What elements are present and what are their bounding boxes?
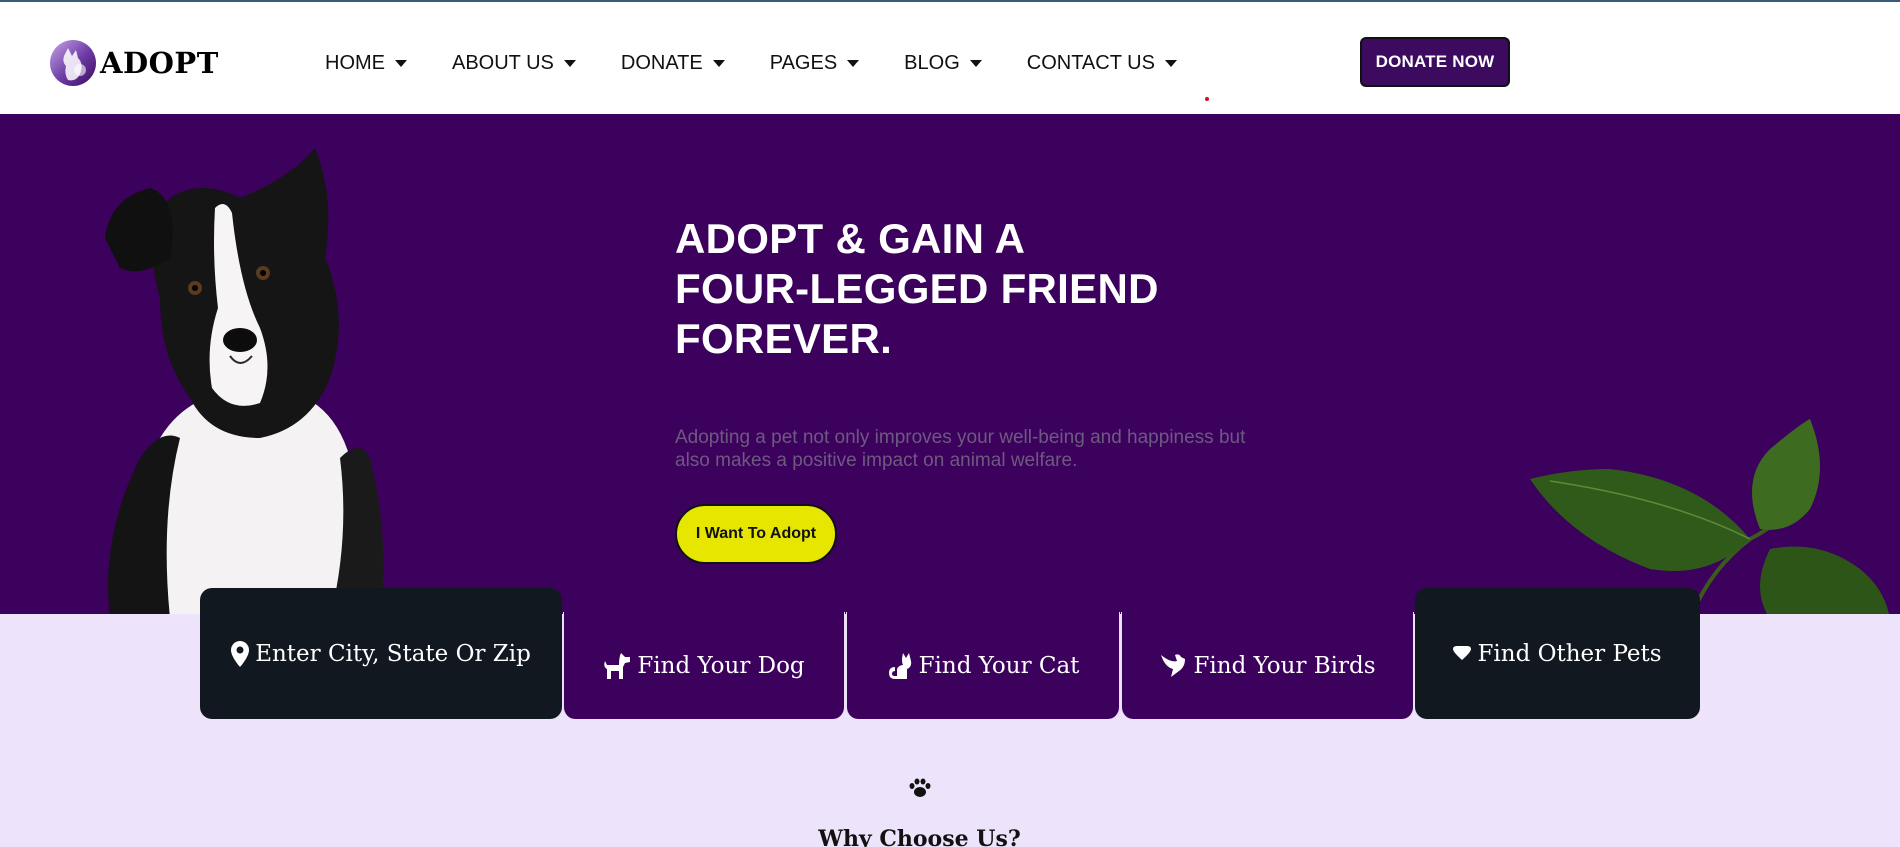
cat-icon (887, 652, 913, 679)
location-search-field[interactable]: Enter City, State Or Zip (200, 588, 562, 719)
hero-title: ADOPT & GAIN A FOUR-LEGGED FRIEND FOREVE… (675, 214, 1295, 364)
caret-down-icon (1164, 60, 1177, 67)
nav-label: CONTACT US (1026, 52, 1155, 74)
find-other-pets-button[interactable]: Find Other Pets (1415, 588, 1700, 719)
hero-title-line: FOREVER. (675, 315, 893, 362)
active-indicator-dot (1205, 97, 1209, 101)
nav-label: PAGES (769, 52, 838, 74)
hero-subtitle: Adopting a pet not only improves your we… (675, 427, 1246, 471)
nav-label: DONATE (620, 52, 703, 74)
leaves-decoration (1530, 419, 1889, 614)
nav-home[interactable]: HOME (325, 52, 407, 75)
logo-text: ADOPT (100, 46, 219, 80)
caret-down-icon (847, 60, 860, 67)
find-dog-button[interactable]: Find Your Dog (563, 612, 845, 719)
bird-icon (1159, 653, 1187, 679)
nav-blog[interactable]: BLOG (904, 52, 982, 75)
caret-down-icon (563, 60, 576, 67)
nav-label: BLOG (904, 52, 960, 74)
find-birds-button[interactable]: Find Your Birds (1121, 612, 1414, 719)
nav-pages[interactable]: PAGES (769, 52, 860, 75)
hero-title-line: ADOPT & GAIN A (675, 215, 1026, 262)
caret-down-icon (712, 60, 725, 67)
search-item-label: Find Other Pets (1477, 640, 1662, 667)
nav-about-us[interactable]: ABOUT US (452, 52, 576, 75)
map-pin-icon (231, 640, 250, 667)
why-choose-us-heading: Why Choose Us? (818, 826, 1021, 847)
search-item-label: Enter City, State Or Zip (255, 640, 531, 667)
nav-label: ABOUT US (452, 52, 554, 74)
main-nav: HOME ABOUT US DONATE PAGES BLOG CONTACT … (325, 52, 1222, 75)
adopt-logo-icon (50, 40, 96, 86)
nav-label: HOME (325, 52, 385, 74)
hero-title-line: FOUR-LEGGED FRIEND (675, 265, 1159, 312)
paw-icon (909, 778, 931, 803)
puppy-image (105, 148, 384, 614)
caret-down-icon (395, 60, 407, 67)
search-item-label: Find Your Dog (637, 652, 805, 679)
caret-down-icon (969, 60, 982, 67)
dog-icon (603, 652, 631, 679)
donate-now-button[interactable]: DONATE NOW (1360, 37, 1510, 87)
nav-contact-us[interactable]: CONTACT US (1027, 52, 1177, 75)
i-want-to-adopt-button[interactable]: I Want To Adopt (675, 504, 837, 564)
logo[interactable]: ADOPT (50, 40, 219, 86)
search-item-label: Find Your Birds (1193, 652, 1376, 679)
hero-banner: ADOPT & GAIN A FOUR-LEGGED FRIEND FOREVE… (0, 114, 1900, 614)
heart-icon (1453, 645, 1472, 662)
search-item-label: Find Your Cat (918, 652, 1080, 679)
site-header: ADOPT HOME ABOUT US DONATE PAGES BLOG CO… (0, 2, 1900, 114)
nav-donate[interactable]: DONATE (621, 52, 725, 75)
find-cat-button[interactable]: Find Your Cat (846, 612, 1120, 719)
